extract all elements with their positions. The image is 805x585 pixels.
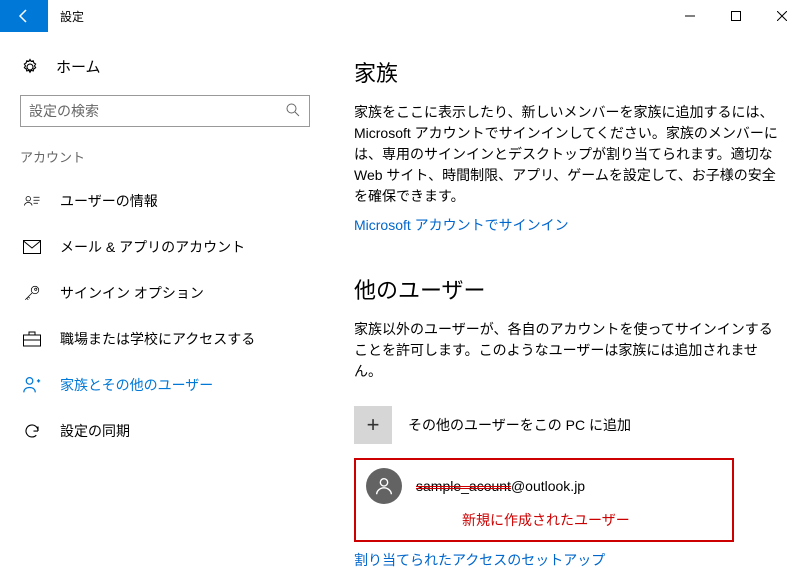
avatar (366, 468, 402, 504)
add-other-user-label: その他のユーザーをこの PC に追加 (408, 415, 631, 435)
window-title: 設定 (60, 8, 84, 25)
sidebar: ホーム アカウント ユーザーの情報 メール & アプリのアカウント (0, 32, 330, 585)
main-content: 家族 家族をここに表示したり、新しいメンバーを家族に追加するには、Microso… (330, 32, 805, 585)
user-email: sample_acount@outlook.jp (416, 478, 585, 494)
others-heading: 他のユーザー (354, 273, 785, 305)
maximize-icon (731, 11, 741, 21)
gear-icon (20, 58, 40, 76)
others-description: 家族以外のユーザーが、各自のアカウントを使ってサインインすることを許可します。こ… (354, 319, 785, 382)
sidebar-item-family-others[interactable]: 家族とその他のユーザー (20, 362, 330, 408)
add-other-user-button[interactable]: + その他のユーザーをこの PC に追加 (354, 406, 785, 444)
arrow-left-icon (16, 8, 32, 24)
home-label: ホーム (56, 56, 101, 77)
sidebar-item-label: 設定の同期 (60, 421, 130, 441)
mail-icon (22, 240, 42, 254)
close-icon (777, 11, 787, 21)
sync-icon (22, 422, 42, 440)
family-description: 家族をここに表示したり、新しいメンバーを家族に追加するには、Microsoft … (354, 102, 785, 207)
home-button[interactable]: ホーム (20, 56, 330, 77)
annotation-text: 新規に作成されたユーザー (462, 510, 722, 530)
plus-icon: + (354, 406, 392, 444)
assigned-access-link[interactable]: 割り当てられたアクセスのセットアップ (354, 550, 605, 570)
window-controls (667, 0, 805, 32)
search-input[interactable] (29, 103, 285, 119)
sidebar-item-signin-options[interactable]: サインイン オプション (20, 270, 330, 316)
sidebar-item-user-info[interactable]: ユーザーの情報 (20, 178, 330, 224)
sidebar-item-work-school[interactable]: 職場または学校にアクセスする (20, 316, 330, 362)
close-button[interactable] (759, 0, 805, 32)
search-box[interactable] (20, 95, 310, 127)
sidebar-item-label: サインイン オプション (60, 283, 204, 303)
key-icon (22, 284, 42, 302)
minimize-button[interactable] (667, 0, 713, 32)
sidebar-item-sync[interactable]: 設定の同期 (20, 408, 330, 454)
back-button[interactable] (0, 0, 48, 32)
search-icon (285, 102, 301, 121)
section-label: アカウント (20, 147, 330, 166)
sidebar-item-label: 家族とその他のユーザー (60, 375, 213, 395)
other-user-entry[interactable]: sample_acount@outlook.jp (366, 468, 722, 504)
briefcase-icon (22, 331, 42, 347)
maximize-button[interactable] (713, 0, 759, 32)
people-plus-icon (22, 376, 42, 394)
person-icon (373, 475, 395, 497)
ms-signin-link[interactable]: Microsoft アカウントでサインイン (354, 217, 569, 233)
family-heading: 家族 (354, 56, 785, 88)
annotation-box: sample_acount@outlook.jp 新規に作成されたユーザー (354, 458, 734, 542)
sidebar-item-mail-accounts[interactable]: メール & アプリのアカウント (20, 224, 330, 270)
titlebar: 設定 (0, 0, 805, 32)
person-card-icon (22, 192, 42, 210)
sidebar-item-label: ユーザーの情報 (60, 191, 158, 211)
sidebar-item-label: 職場または学校にアクセスする (60, 329, 255, 349)
minimize-icon (685, 11, 695, 21)
sidebar-item-label: メール & アプリのアカウント (60, 237, 245, 257)
